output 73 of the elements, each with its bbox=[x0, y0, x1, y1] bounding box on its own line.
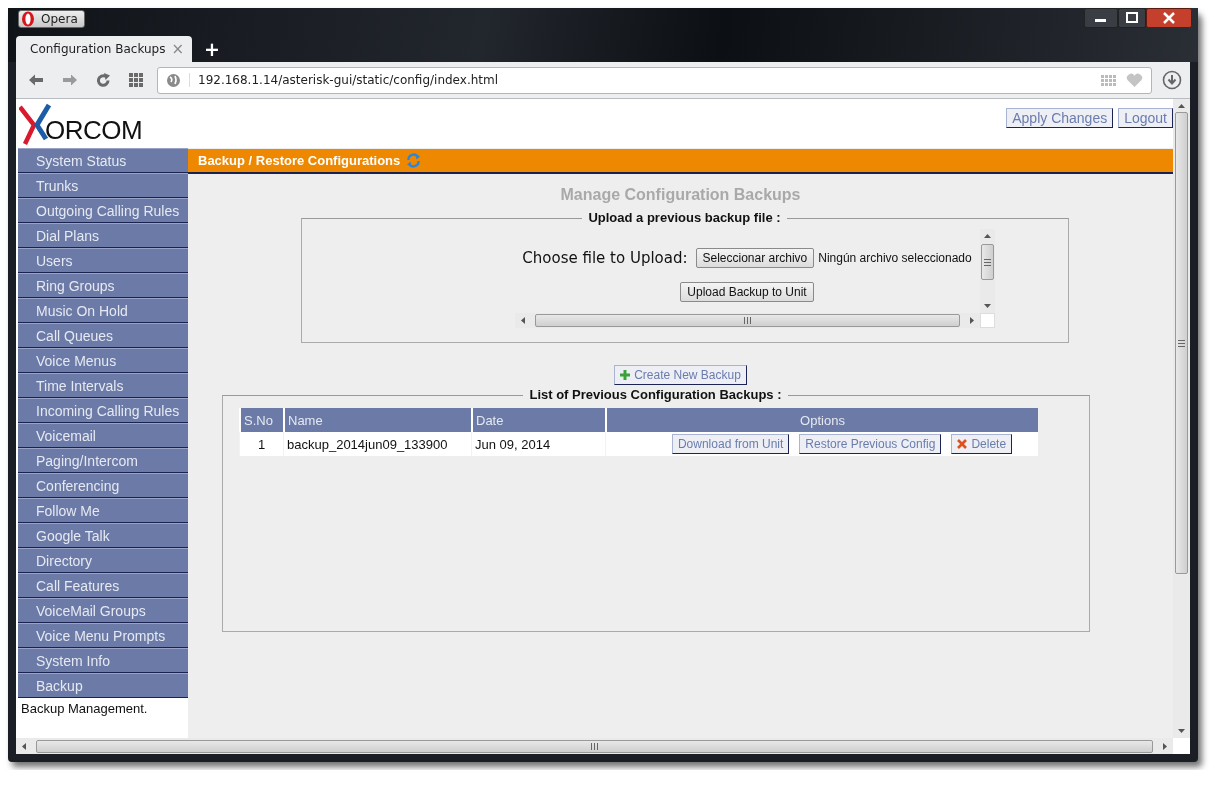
sidebar-item[interactable]: Ring Groups bbox=[18, 273, 188, 298]
upload-button[interactable]: Upload Backup to Unit bbox=[680, 282, 814, 302]
sidebar-item[interactable]: Conferencing bbox=[18, 473, 188, 498]
sidebar-item[interactable]: Voicemail bbox=[18, 423, 188, 448]
section-heading: Manage Configuration Backups bbox=[560, 186, 801, 204]
sidebar-item[interactable]: Backup bbox=[18, 673, 188, 698]
sidebar-item[interactable]: Time Intervals bbox=[18, 373, 188, 398]
tab-title: Configuration Backups bbox=[30, 42, 166, 56]
logo-text: ORCOM bbox=[45, 115, 143, 145]
sidebar-item[interactable]: Follow Me bbox=[18, 498, 188, 523]
column-header: S.No bbox=[239, 408, 283, 432]
maximize-icon[interactable] bbox=[1118, 8, 1146, 28]
back-icon[interactable] bbox=[28, 73, 44, 87]
scroll-down-icon[interactable] bbox=[1177, 727, 1186, 735]
sidebar-item[interactable]: Voice Menus bbox=[18, 348, 188, 373]
scroll-up-icon[interactable] bbox=[982, 232, 992, 240]
file-status: Ningún archivo seleccionado bbox=[818, 251, 972, 265]
file-select-button[interactable]: Seleccionar archivo bbox=[695, 248, 815, 268]
page-title: Backup / Restore Configurations bbox=[198, 153, 401, 168]
create-backup-button[interactable]: Create New Backup bbox=[614, 365, 747, 385]
sidebar-item[interactable]: VoiceMail Groups bbox=[18, 598, 188, 623]
fieldset-legend: Upload a previous backup file : bbox=[582, 210, 787, 225]
x-icon bbox=[957, 439, 968, 449]
sidebar-item[interactable]: Trunks bbox=[18, 173, 188, 198]
globe-icon bbox=[166, 72, 181, 88]
scroll-right-icon[interactable] bbox=[1161, 741, 1169, 751]
close-icon[interactable] bbox=[1146, 8, 1192, 28]
sidebar-item[interactable]: Users bbox=[18, 248, 188, 273]
sidebar-description: Backup Management. bbox=[20, 700, 149, 716]
column-header: Date bbox=[471, 408, 605, 432]
action-button[interactable]: Restore Previous Config bbox=[799, 434, 942, 454]
sidebar-item[interactable]: Paging/Intercom bbox=[18, 448, 188, 473]
delete-button[interactable]: Delete bbox=[951, 434, 1013, 454]
table-cell: backup_2014jun09_133900 bbox=[283, 432, 471, 456]
scroll-up-icon[interactable] bbox=[1177, 102, 1186, 110]
tab-close-button[interactable]: × bbox=[171, 40, 184, 58]
browser-tab[interactable]: Configuration Backups × bbox=[16, 36, 192, 62]
grip-icon bbox=[742, 317, 752, 324]
sidebar-item[interactable]: Dial Plans bbox=[18, 223, 188, 248]
field-label: Choose file to Upload: bbox=[522, 249, 688, 267]
reload-icon[interactable] bbox=[96, 72, 111, 88]
plus-icon bbox=[620, 370, 631, 380]
action-button[interactable]: Download from Unit bbox=[671, 434, 790, 454]
header-button[interactable]: Logout bbox=[1118, 108, 1173, 128]
download-icon[interactable] bbox=[1162, 70, 1182, 90]
column-header: Name bbox=[283, 408, 471, 432]
scroll-left-icon[interactable] bbox=[518, 316, 527, 325]
header-button[interactable]: Apply Changes bbox=[1006, 108, 1114, 128]
sidebar-item[interactable]: System Status bbox=[18, 148, 188, 173]
sidebar-item[interactable]: Call Features bbox=[18, 573, 188, 598]
scroll-right-icon[interactable] bbox=[967, 316, 976, 325]
grip-icon bbox=[983, 257, 991, 267]
speed-dial-icon[interactable] bbox=[129, 73, 143, 87]
new-tab-button[interactable]: + bbox=[204, 39, 220, 59]
minimize-icon[interactable] bbox=[1084, 8, 1118, 28]
scroll-left-icon[interactable] bbox=[20, 741, 28, 751]
sidebar-item[interactable]: Incoming Calling Rules bbox=[18, 398, 188, 423]
menu-button[interactable]: Opera bbox=[18, 10, 85, 28]
sidebar-item[interactable]: Call Queues bbox=[18, 323, 188, 348]
column-header: Options bbox=[605, 408, 1038, 432]
sidebar-item[interactable]: Google Talk bbox=[18, 523, 188, 548]
scroll-down-icon[interactable] bbox=[982, 302, 992, 310]
fieldset-legend: List of Previous Configuration Backups : bbox=[523, 387, 788, 402]
table-cell: 1 bbox=[239, 432, 283, 456]
sidebar-item[interactable]: Directory bbox=[18, 548, 188, 573]
sidebar-item[interactable]: Voice Menu Prompts bbox=[18, 623, 188, 648]
opera-logo-icon bbox=[21, 11, 35, 27]
sidebar-item[interactable]: System Info bbox=[18, 648, 188, 673]
grip-icon bbox=[590, 742, 599, 750]
grip-icon bbox=[1178, 338, 1185, 348]
table-cell: Jun 09, 2014 bbox=[471, 432, 605, 456]
sidebar-item[interactable]: Music On Hold bbox=[18, 298, 188, 323]
sidebar-item[interactable]: Outgoing Calling Rules bbox=[18, 198, 188, 223]
